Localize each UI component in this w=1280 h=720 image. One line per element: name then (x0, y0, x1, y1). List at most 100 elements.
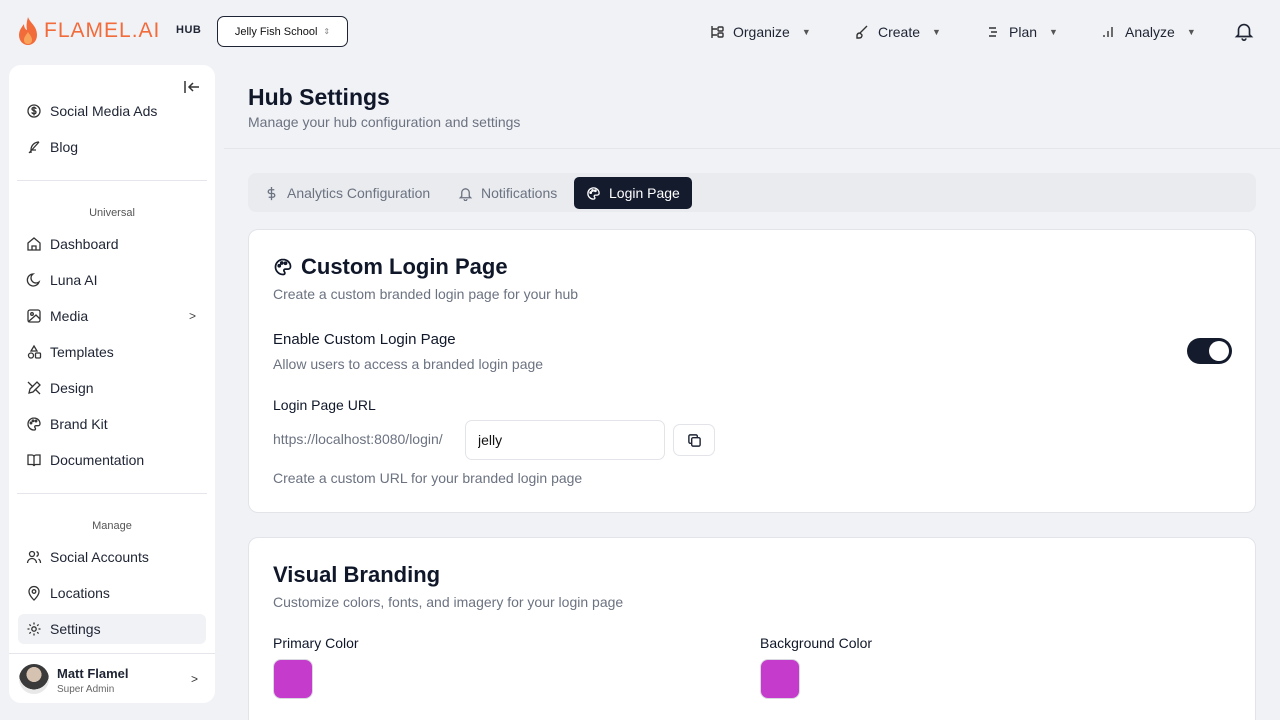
sidebar-item-label: Dashboard (50, 236, 119, 252)
sidebar-item-social-media-ads[interactable]: Social Media Ads (18, 96, 206, 126)
divider (224, 148, 1280, 149)
logo-text: FLAMEL.AI (44, 19, 161, 42)
copy-icon (687, 433, 701, 447)
bar-chart-icon (1103, 27, 1113, 37)
organize-icon (711, 26, 724, 38)
enable-description: Allow users to access a branded login pa… (273, 356, 544, 372)
shapes-icon (27, 344, 42, 359)
workspace-selector[interactable]: Jelly Fish School ⇕ (217, 16, 348, 47)
logo[interactable]: FLAMEL.AI (16, 16, 160, 46)
sidebar-item-label: Social Media Ads (50, 103, 158, 119)
pencil-ruler-icon (27, 381, 41, 395)
gear-icon (27, 622, 41, 636)
sidebar-item-locations[interactable]: Locations (18, 578, 206, 608)
user-name: Matt Flamel (57, 666, 129, 681)
card-title: Visual Branding (273, 562, 440, 588)
page-subtitle: Manage your hub configuration and settin… (248, 114, 521, 130)
divider (17, 493, 207, 494)
card-title-text: Custom Login Page (301, 254, 508, 279)
login-url-help: Create a custom URL for your branded log… (273, 470, 583, 486)
bell-icon[interactable] (1233, 20, 1255, 42)
nav-plan-label: Plan (1009, 24, 1038, 40)
card-title: Custom Login Page (273, 254, 508, 280)
toggle-knob (1209, 341, 1229, 361)
workspace-name: Jelly Fish School (234, 25, 318, 38)
sidebar-item-settings[interactable]: Settings (18, 614, 206, 644)
user-profile[interactable]: Matt Flamel Super Admin > (9, 653, 215, 703)
sidebar-item-media[interactable]: Media > (18, 301, 206, 331)
top-bar: FLAMEL.AI HUB Jelly Fish School ⇕ Organi… (0, 0, 1280, 64)
tab-label: Analytics Configuration (287, 185, 431, 201)
palette-icon (274, 258, 292, 276)
tab-label: Notifications (481, 185, 558, 201)
user-role: Super Admin (57, 684, 115, 695)
chevron-right-icon: > (188, 309, 196, 323)
nav-analyze[interactable]: Analyze ▼ (1101, 20, 1196, 44)
visual-branding-card: Visual Branding Customize colors, fonts,… (248, 537, 1256, 720)
login-url-prefix: https://localhost:8080/login/ (273, 431, 443, 447)
sidebar-item-dashboard[interactable]: Dashboard (18, 229, 206, 259)
sidebar-item-social-accounts[interactable]: Social Accounts (18, 542, 206, 572)
primary-color-label: Primary Color (273, 635, 359, 651)
book-icon (27, 454, 41, 467)
tab-notifications[interactable]: Notifications (446, 177, 569, 209)
palette-icon (587, 186, 600, 200)
sidebar-item-label: Media (50, 308, 89, 324)
avatar (19, 664, 49, 694)
sidebar-item-label: Social Accounts (50, 549, 149, 565)
brush-icon (856, 25, 868, 39)
page-title: Hub Settings (248, 84, 390, 110)
enable-title: Enable Custom Login Page (273, 331, 456, 348)
sidebar-item-design[interactable]: Design (18, 373, 206, 403)
dollar-circle-icon (27, 104, 41, 118)
tab-login-page[interactable]: Login Page (574, 177, 692, 209)
bell-icon (458, 187, 473, 201)
sidebar-item-luna-ai[interactable]: Luna AI (18, 265, 206, 295)
tab-analytics-configuration[interactable]: Analytics Configuration (252, 177, 442, 209)
nav-create[interactable]: Create ▼ (854, 20, 941, 44)
card-subtitle: Customize colors, fonts, and imagery for… (273, 594, 624, 610)
tab-label: Login Page (609, 185, 680, 201)
chevron-right-icon: > (191, 672, 199, 686)
updown-chevron-icon: ⇕ (323, 27, 331, 36)
hub-tag: HUB (176, 24, 202, 36)
card-subtitle: Create a custom branded login page for y… (273, 286, 579, 302)
chevron-down-icon: ▼ (1049, 27, 1058, 37)
sidebar-item-label: Templates (50, 344, 114, 360)
image-icon (27, 309, 41, 323)
login-url-input[interactable] (465, 420, 665, 460)
sidebar-item-label: Luna AI (50, 272, 98, 288)
settings-tabs: Analytics Configuration Notifications Lo… (248, 173, 1256, 212)
copy-url-button[interactable] (673, 424, 715, 456)
collapse-sidebar-icon[interactable] (183, 79, 201, 95)
sidebar-item-label: Design (50, 380, 94, 396)
plan-icon (989, 27, 997, 37)
enable-custom-login-toggle[interactable] (1187, 338, 1232, 364)
sidebar: Social Media Ads Blog Universal Dashboar… (9, 65, 215, 703)
nav-organize[interactable]: Organize ▼ (709, 20, 811, 44)
section-label-manage: Manage (92, 520, 132, 532)
card-title-text: Visual Branding (273, 562, 441, 587)
nav-plan[interactable]: Plan ▼ (985, 20, 1058, 44)
primary-color-swatch[interactable] (273, 659, 313, 699)
moon-icon (26, 273, 41, 287)
nav-analyze-label: Analyze (1125, 24, 1175, 40)
dollar-icon (267, 186, 276, 200)
sidebar-item-brand-kit[interactable]: Brand Kit (18, 409, 206, 439)
users-icon (26, 550, 42, 564)
sidebar-item-label: Blog (50, 139, 79, 155)
sidebar-item-templates[interactable]: Templates (18, 337, 206, 367)
nav-create-label: Create (878, 24, 921, 40)
sidebar-item-documentation[interactable]: Documentation (18, 445, 206, 475)
custom-login-card: Custom Login Page Create a custom brande… (248, 229, 1256, 513)
background-color-swatch[interactable] (760, 659, 800, 699)
sidebar-item-label: Brand Kit (50, 416, 108, 432)
sidebar-item-blog[interactable]: Blog (18, 132, 206, 162)
sidebar-item-label: Locations (50, 585, 110, 601)
chevron-down-icon: ▼ (932, 27, 941, 37)
palette-icon (27, 417, 41, 431)
login-url-label: Login Page URL (273, 397, 376, 413)
section-label-universal: Universal (89, 207, 135, 219)
sidebar-item-label: Documentation (50, 452, 145, 468)
home-icon (27, 237, 41, 251)
